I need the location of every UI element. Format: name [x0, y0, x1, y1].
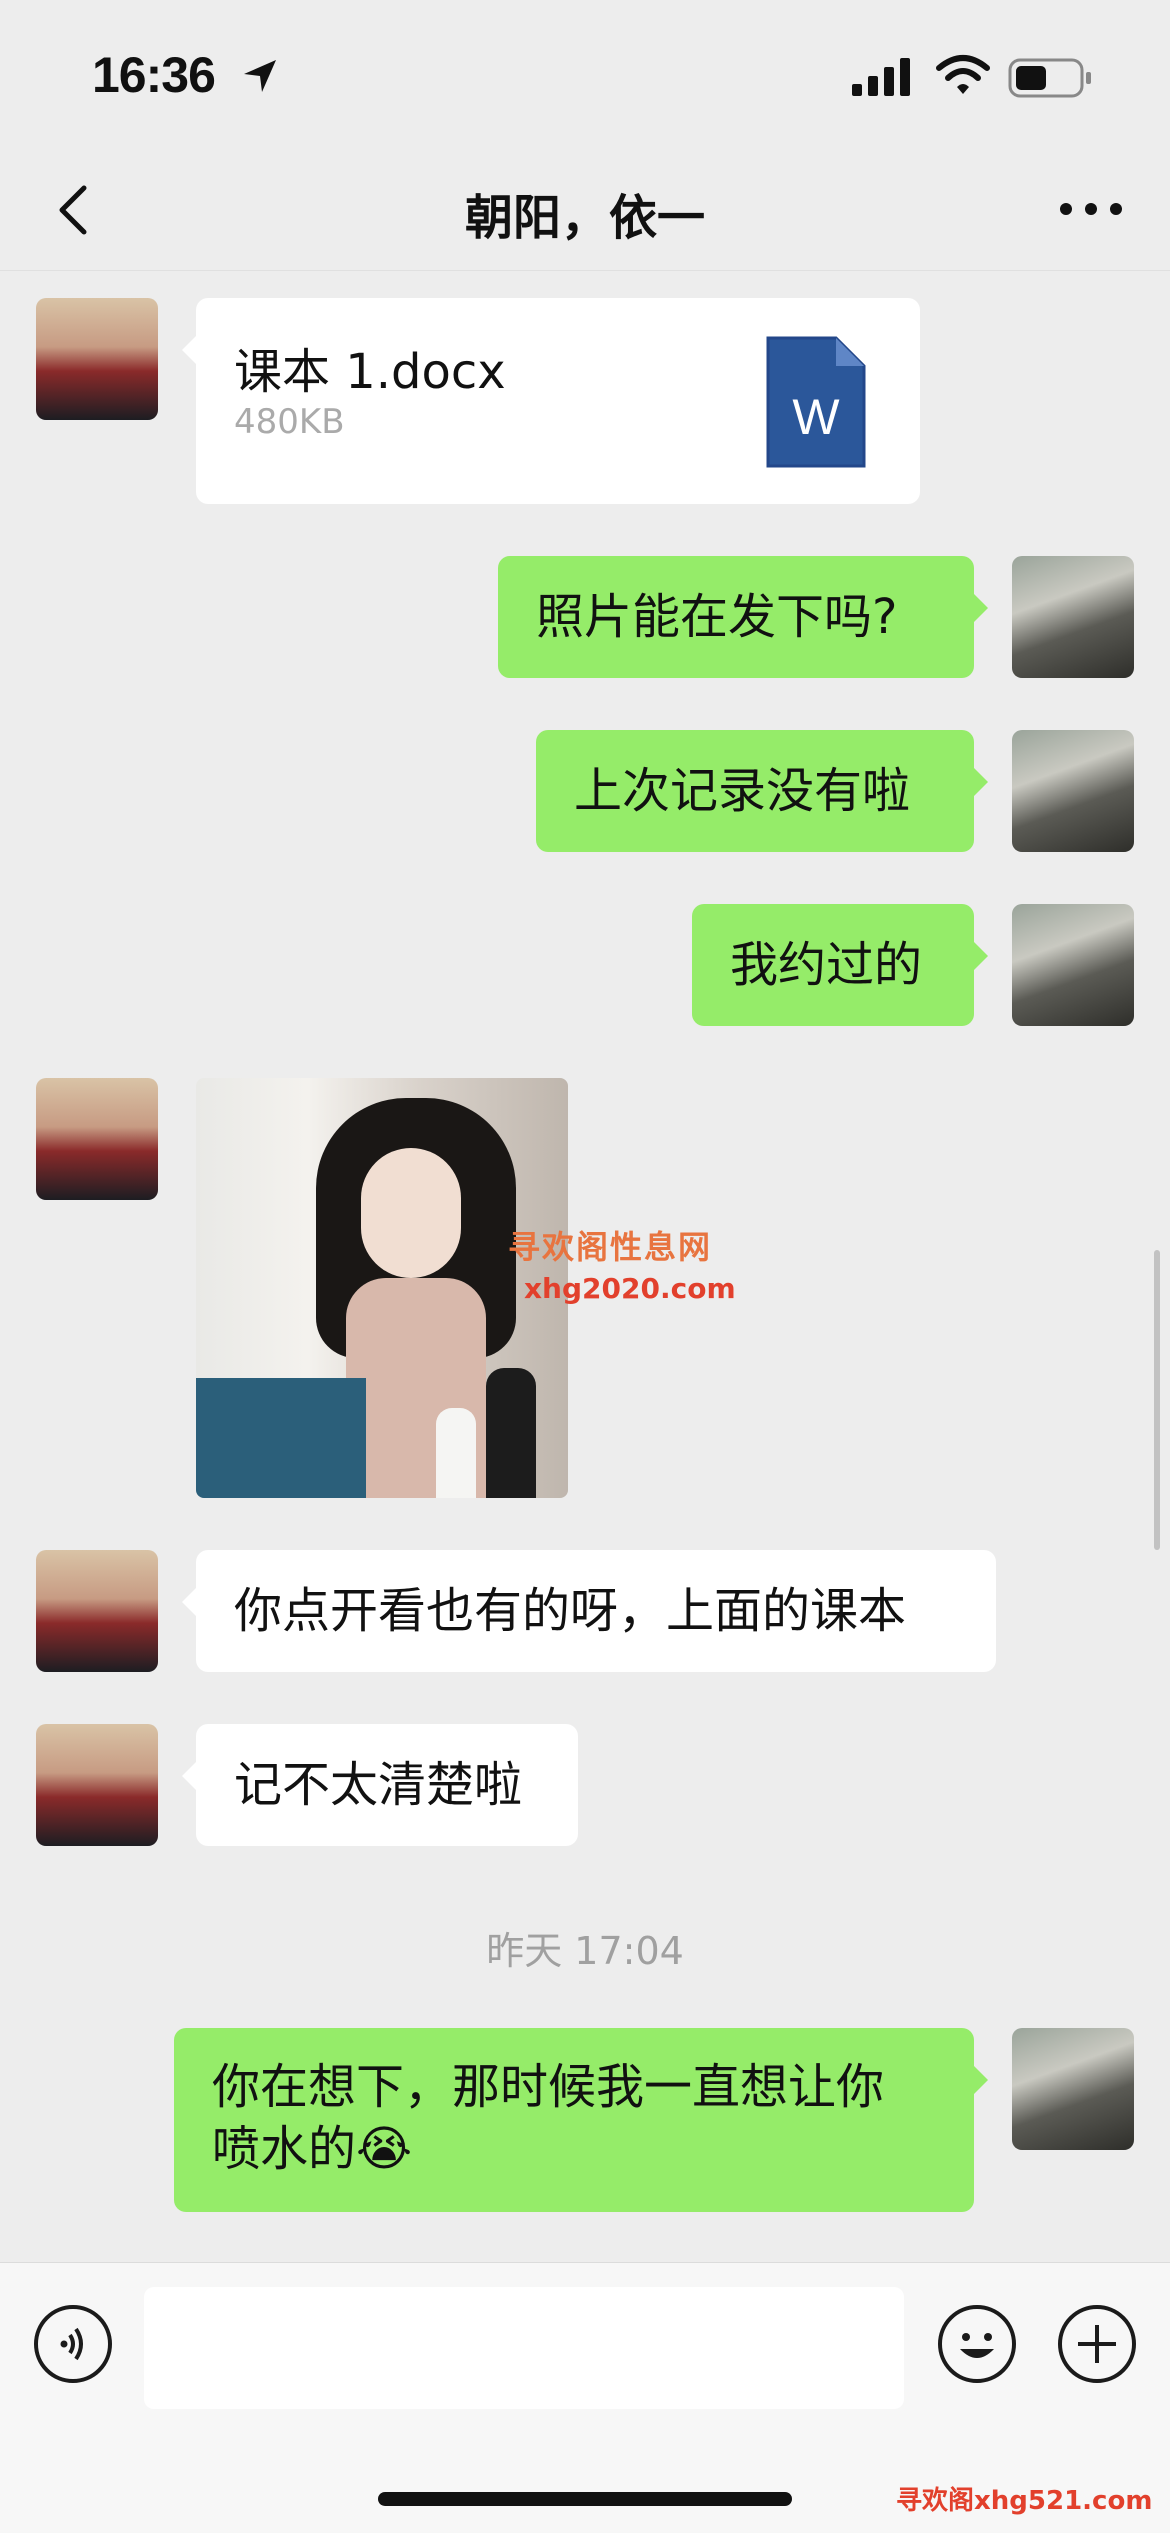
- battery-icon: [1008, 58, 1091, 98]
- contact-avatar[interactable]: [36, 1724, 158, 1846]
- photo-watermark-url: xhg2020.com: [524, 1272, 736, 1305]
- contact-avatar[interactable]: [36, 298, 158, 420]
- contact-avatar[interactable]: [36, 1078, 158, 1200]
- my-avatar[interactable]: [1012, 904, 1134, 1026]
- status-bar: 16:36: [0, 0, 1170, 150]
- sent-message[interactable]: 照片能在发下吗?: [498, 556, 988, 678]
- sent-message[interactable]: 我约过的: [692, 904, 988, 1026]
- file-size: 480KB: [234, 402, 345, 442]
- plus-icon[interactable]: [1058, 2305, 1136, 2383]
- svg-text:W: W: [792, 389, 840, 445]
- word-doc-icon: W: [766, 336, 866, 468]
- sent-message[interactable]: 你在想下，那时候我一直想让你 喷水的😭: [174, 2028, 988, 2212]
- signal-icon: [852, 58, 910, 96]
- emoji-icon[interactable]: [938, 2305, 1016, 2383]
- message-line-with-emoji: 喷水的😭: [212, 2121, 413, 2177]
- home-indicator[interactable]: [378, 2492, 792, 2506]
- my-avatar[interactable]: [1012, 556, 1134, 678]
- photo-watermark-text: 寻欢阁性息网: [508, 1228, 713, 1266]
- more-dots-icon[interactable]: [1056, 184, 1126, 234]
- received-message[interactable]: 记不太清楚啦: [182, 1724, 578, 1846]
- location-arrow-icon: [244, 60, 276, 92]
- footer-watermark: 寻欢阁xhg521.com: [896, 2486, 1153, 2516]
- status-time: 16:36: [92, 47, 216, 103]
- file-name: 课本 1.docx: [234, 344, 506, 400]
- file-message[interactable]: 课本 1.docx 480KB W: [182, 298, 920, 504]
- nav-bar: 朝阳，依一: [0, 150, 1170, 271]
- my-avatar[interactable]: [1012, 730, 1134, 852]
- voice-icon[interactable]: [34, 2305, 112, 2383]
- scrollbar[interactable]: [1154, 1250, 1160, 1550]
- contact-avatar[interactable]: [36, 1550, 158, 1672]
- photo-message[interactable]: [196, 1078, 568, 1498]
- crying-laughing-emoji: 😭: [356, 2121, 413, 2177]
- message-line: 你在想下，那时候我一直想让你: [212, 2059, 885, 2115]
- received-message[interactable]: 你点开看也有的呀，上面的课本: [182, 1550, 996, 1672]
- chat-timestamp: 昨天 17:04: [486, 1929, 684, 1973]
- my-avatar[interactable]: [1012, 2028, 1134, 2150]
- sent-message[interactable]: 上次记录没有啦: [536, 730, 988, 852]
- message-input[interactable]: [144, 2287, 904, 2409]
- wifi-icon: [936, 55, 990, 94]
- chat-title: 朝阳，依一: [464, 190, 705, 246]
